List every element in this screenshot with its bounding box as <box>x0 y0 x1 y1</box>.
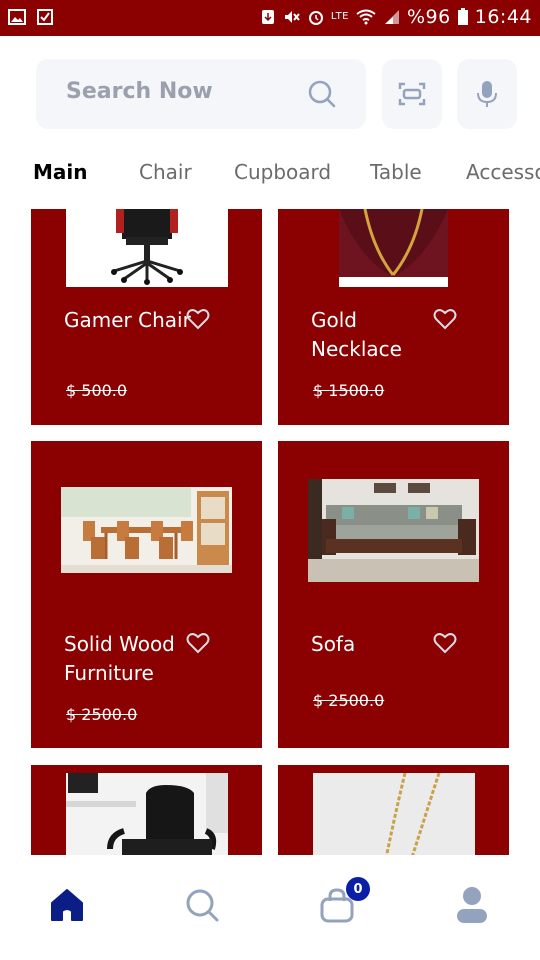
search-icon <box>186 889 219 922</box>
product-grid: Gamer Chair $ 500.0 Gold Necklace $ 1500… <box>0 209 540 855</box>
cart-count-badge: 0 <box>346 877 370 901</box>
search-icon[interactable] <box>308 80 336 108</box>
gallery-icon <box>8 9 26 25</box>
signal-icon <box>385 10 399 24</box>
wifi-icon <box>356 9 376 25</box>
tab-chair[interactable]: Chair <box>139 160 192 184</box>
status-left-icons <box>8 8 54 26</box>
product-name: Solid Wood Furniture <box>64 632 175 685</box>
product-card[interactable]: Gold Necklace $ 1500.0 <box>278 209 509 425</box>
search-input[interactable]: Search Now <box>36 59 366 129</box>
alarm-icon <box>308 11 323 25</box>
download-icon <box>261 10 274 24</box>
product-price: $ 2500.0 <box>66 705 138 724</box>
product-image <box>313 773 475 855</box>
product-name: Gamer Chair <box>64 308 191 332</box>
bottom-navigation <box>0 855 540 960</box>
lte-label: LTE <box>330 11 349 22</box>
product-card[interactable]: Sofa $ 2500.0 <box>278 441 509 748</box>
product-image <box>308 479 479 582</box>
tab-main[interactable]: Main <box>33 160 88 184</box>
category-tabs: Main Chair Cupboard Table Accessories <box>0 160 540 190</box>
product-price: $ 2500.0 <box>313 691 385 710</box>
tab-table[interactable]: Table <box>370 160 422 184</box>
product-image <box>66 209 228 287</box>
tab-cupboard[interactable]: Cupboard <box>234 160 331 184</box>
product-name: Gold Necklace <box>311 308 402 361</box>
nav-search[interactable] <box>182 885 222 925</box>
office-chair-image <box>66 773 228 855</box>
clock: 16:44 <box>474 6 532 28</box>
gold-chain-image <box>313 773 475 855</box>
tab-accessories[interactable]: Accessories <box>466 160 540 184</box>
scan-button[interactable] <box>382 59 442 129</box>
product-card[interactable]: Gamer Chair $ 500.0 <box>31 209 262 425</box>
heart-icon[interactable] <box>186 632 210 654</box>
battery-percent: %96 <box>407 6 451 28</box>
heart-icon[interactable] <box>433 308 457 330</box>
product-image <box>66 773 228 855</box>
heart-icon[interactable] <box>433 632 457 654</box>
nav-profile[interactable] <box>452 885 492 925</box>
search-placeholder: Search Now <box>66 79 213 104</box>
product-image <box>61 487 232 573</box>
nav-home[interactable] <box>47 885 87 925</box>
scan-icon <box>398 82 426 106</box>
gold-necklace-image <box>339 209 448 277</box>
sofa-image <box>308 479 479 582</box>
status-right-icons: LTE %96 16:44 <box>259 6 532 28</box>
microphone-icon <box>477 81 497 107</box>
product-price: $ 500.0 <box>66 381 128 400</box>
product-card[interactable] <box>31 765 262 855</box>
gamer-chair-image <box>111 209 183 285</box>
mute-icon <box>284 11 300 23</box>
battery-icon <box>457 8 468 25</box>
profile-icon <box>457 887 487 923</box>
product-image <box>339 209 448 287</box>
product-price: $ 1500.0 <box>313 381 385 400</box>
voice-search-button[interactable] <box>457 59 517 129</box>
status-bar: LTE %96 16:44 <box>0 0 540 36</box>
product-card[interactable] <box>278 765 509 855</box>
dining-set-image <box>61 487 232 573</box>
heart-icon[interactable] <box>186 308 210 330</box>
home-icon <box>51 889 83 921</box>
product-name: Sofa <box>311 632 356 656</box>
checkbox-icon <box>37 9 53 25</box>
product-card[interactable]: Solid Wood Furniture $ 2500.0 <box>31 441 262 748</box>
